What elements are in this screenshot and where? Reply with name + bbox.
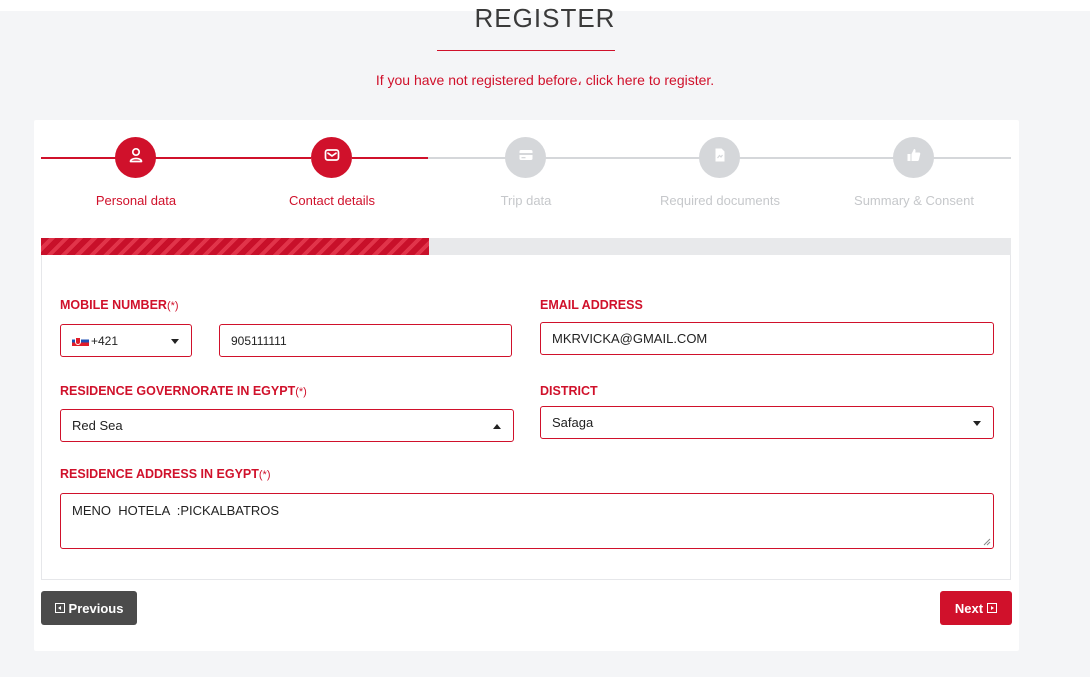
district-select[interactable]: Safaga [540, 406, 994, 439]
step-personal-data[interactable] [115, 137, 156, 178]
next-icon [987, 603, 998, 613]
step-contact-details[interactable] [311, 137, 352, 178]
chevron-up-icon [493, 423, 501, 429]
address-textarea[interactable]: MENO HOTELA :PICKALBATROS [60, 493, 994, 549]
email-address-label: EMAIL ADDRESS [540, 298, 643, 312]
progress-fill [41, 238, 429, 255]
slovakia-flag-icon [72, 335, 89, 346]
card-icon [518, 147, 534, 168]
previous-icon [54, 603, 65, 613]
district-label: DISTRICT [540, 384, 598, 398]
previous-button[interactable]: Previous [41, 591, 137, 625]
address-label: RESIDENCE ADDRESS IN EGYPT(*) [60, 467, 271, 481]
email-address-input[interactable]: MKRVICKA@GMAIL.COM [540, 322, 994, 355]
country-code-select[interactable]: +421 [60, 324, 192, 357]
step-label-contact-details: Contact details [289, 193, 375, 208]
governorate-select[interactable]: Red Sea [60, 409, 514, 442]
title-underline [437, 50, 615, 51]
page-title: REGISTER [474, 4, 616, 30]
country-code-value: +421 [91, 333, 119, 348]
chevron-down-icon [171, 338, 179, 344]
thumbs-up-icon [906, 147, 922, 168]
step-label-summary-consent: Summary & Consent [854, 193, 974, 208]
step-label-personal-data: Personal data [95, 193, 177, 208]
register-link[interactable]: If you have not registered before، click… [0, 72, 1090, 89]
contact-form: MOBILE NUMBER(*) +421 905111111 EMAIL AD… [41, 255, 1011, 580]
resize-handle-icon[interactable] [983, 538, 991, 546]
step-trip-data[interactable] [505, 137, 546, 178]
step-line-3 [352, 157, 428, 159]
step-line-2 [139, 157, 311, 159]
step-label-trip-data: Trip data [500, 193, 552, 208]
user-icon [128, 147, 144, 168]
registration-card: Personal data Contact details Trip data … [34, 120, 1019, 651]
step-summary-consent[interactable] [893, 137, 934, 178]
mobile-number-input[interactable]: 905111111 [219, 324, 512, 357]
mobile-number-label: MOBILE NUMBER(*) [60, 298, 179, 312]
chevron-down-icon [973, 420, 981, 426]
next-button[interactable]: Next [940, 591, 1012, 625]
governorate-label: RESIDENCE GOVERNORATE IN EGYPT(*) [60, 384, 307, 398]
step-required-documents[interactable] [699, 137, 740, 178]
step-label-required-documents: Required documents [660, 193, 780, 208]
progress-bar [41, 238, 1011, 255]
envelope-icon [324, 147, 340, 168]
document-icon [712, 147, 728, 168]
